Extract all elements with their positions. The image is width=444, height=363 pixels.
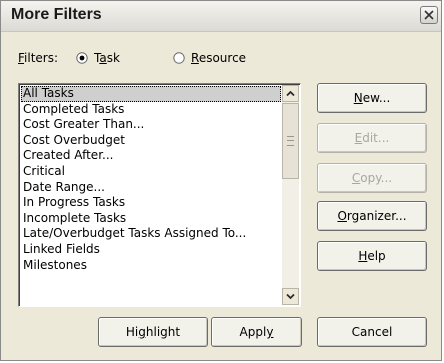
close-icon	[424, 10, 434, 20]
filter-list[interactable]: All Tasks Completed Tasks Cost Greater T…	[18, 83, 301, 307]
scroll-thumb[interactable]	[282, 103, 299, 179]
list-item[interactable]: Date Range...	[21, 180, 281, 196]
list-item[interactable]: In Progress Tasks	[21, 195, 281, 211]
list-item[interactable]: Milestones	[21, 258, 281, 274]
list-item[interactable]: Linked Fields	[21, 242, 281, 258]
scroll-up-button[interactable]	[282, 85, 299, 102]
list-item[interactable]: Cost Greater Than...	[21, 117, 281, 133]
edit-button[interactable]: Edit...	[317, 123, 427, 153]
chevron-down-icon	[286, 293, 295, 300]
dialog-title: More Filters	[11, 6, 102, 23]
highlight-button[interactable]: Highlight	[98, 317, 208, 347]
close-button[interactable]	[420, 6, 438, 24]
resource-radio-label: Resource	[191, 51, 247, 65]
cancel-button[interactable]: Cancel	[317, 317, 427, 347]
scroll-down-button[interactable]	[282, 288, 299, 305]
list-scrollbar[interactable]	[282, 85, 299, 305]
filters-label: Filters:	[18, 51, 59, 65]
list-item[interactable]: Incomplete Tasks	[21, 211, 281, 227]
list-item[interactable]: Critical	[21, 164, 281, 180]
new-button[interactable]: New...	[317, 83, 427, 113]
chevron-up-icon	[286, 90, 295, 97]
list-item[interactable]: Completed Tasks	[21, 102, 281, 118]
list-item[interactable]: Late/Overbudget Tasks Assigned To...	[21, 226, 281, 242]
more-filters-dialog: More Filters Filters: Task Resource All …	[0, 0, 442, 361]
list-item[interactable]: Cost Overbudget	[21, 133, 281, 149]
filter-list-items: All Tasks Completed Tasks Cost Greater T…	[21, 86, 281, 273]
help-button[interactable]: Help	[317, 241, 427, 271]
apply-button[interactable]: Apply	[211, 317, 302, 347]
title-bar: More Filters	[1, 1, 441, 32]
task-radio-label: Task	[94, 51, 120, 65]
list-item[interactable]: Created After...	[21, 148, 281, 164]
list-item[interactable]: All Tasks	[21, 86, 281, 102]
organizer-button[interactable]: Organizer...	[317, 201, 427, 231]
radio-icon	[76, 52, 88, 64]
grip-icon	[287, 136, 294, 146]
radio-icon	[173, 52, 185, 64]
copy-button[interactable]: Copy...	[317, 163, 427, 193]
